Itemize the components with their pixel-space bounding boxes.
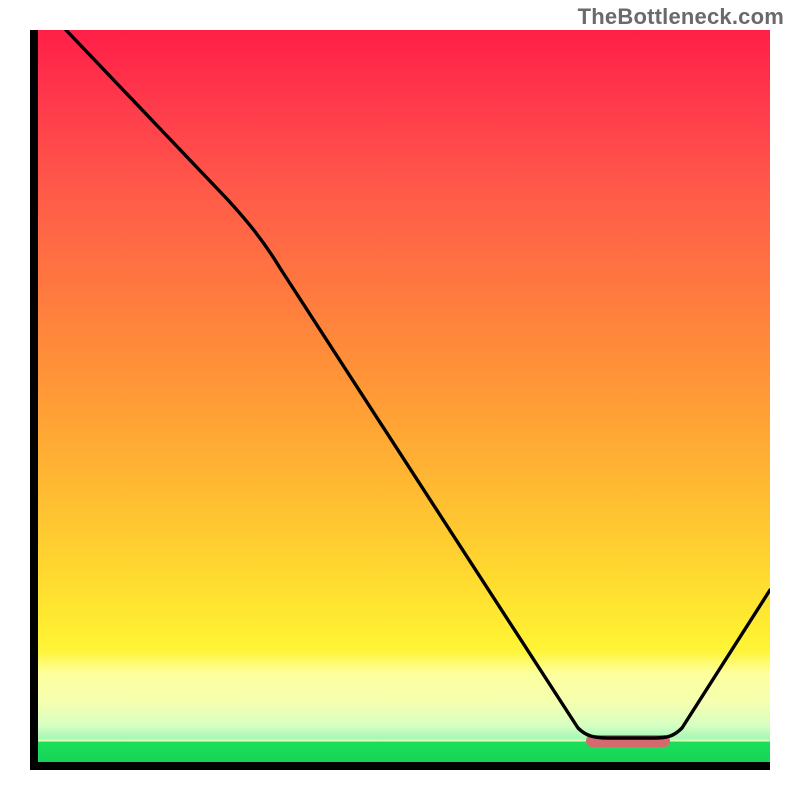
y-axis (30, 30, 38, 770)
source-watermark: TheBottleneck.com (578, 4, 784, 30)
bottleneck-curve (38, 30, 770, 762)
chart-container: TheBottleneck.com (0, 0, 800, 800)
curve-line (66, 30, 770, 738)
x-axis (30, 762, 770, 770)
plot-area (38, 30, 770, 762)
axes-frame (30, 30, 770, 770)
